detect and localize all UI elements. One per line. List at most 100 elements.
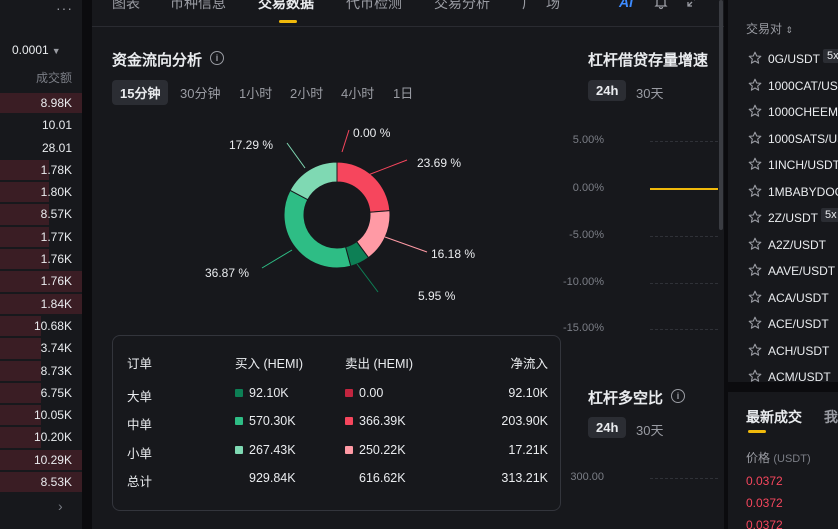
- star-icon[interactable]: [748, 316, 762, 330]
- ls-period-30d[interactable]: 30天: [628, 417, 671, 442]
- star-icon[interactable]: [748, 78, 762, 92]
- header-sell: 卖出 (HEMI): [345, 357, 414, 371]
- pair-row[interactable]: ACA/USDT: [728, 285, 838, 312]
- turnover-value: 3.74K: [40, 341, 72, 356]
- order-book-row[interactable]: 1.76K: [0, 248, 82, 270]
- leader-line-5: [286, 142, 306, 169]
- donut-label-1: 23.69 %: [417, 156, 462, 170]
- row-type: 大单: [127, 390, 153, 404]
- pairs-header[interactable]: 交易对 ⇕: [746, 20, 793, 37]
- y-tick: -10.00%: [563, 276, 604, 288]
- gridline: [650, 141, 718, 142]
- trade-price: 0.0372: [746, 474, 783, 488]
- order-book-row[interactable]: 10.68K: [0, 315, 82, 337]
- pair-row[interactable]: 2Z/USDT 5x: [728, 205, 838, 232]
- pairs-panel: 交易对 ⇕ 0G/USDT5x1000CAT/USDT1000CHEEMS/US…: [728, 0, 838, 529]
- star-icon[interactable]: [748, 263, 762, 277]
- info-icon[interactable]: i: [671, 389, 685, 403]
- pair-row[interactable]: 1MBABYDOGE/USDT: [728, 179, 838, 206]
- order-book-row[interactable]: 1.77K: [0, 226, 82, 248]
- order-book-row[interactable]: 10.29K: [0, 449, 82, 471]
- star-icon[interactable]: [748, 184, 762, 198]
- turnover-value: 8.57K: [40, 207, 72, 222]
- order-book-row[interactable]: 1.80K: [0, 181, 82, 203]
- tab-my-trades[interactable]: 我: [824, 407, 838, 427]
- margin-period-30d[interactable]: 30天: [628, 80, 671, 105]
- row-buy: 92.10K: [235, 386, 289, 400]
- pair-row[interactable]: ACH/USDT: [728, 338, 838, 365]
- turnover-value: 1.76K: [40, 252, 72, 267]
- order-book-row[interactable]: 3.74K: [0, 337, 82, 359]
- star-icon[interactable]: [748, 290, 762, 304]
- order-book-row[interactable]: 8.53K: [0, 471, 82, 493]
- turnover-value: 28.01: [41, 140, 72, 155]
- row-net: 92.10K: [508, 386, 548, 400]
- pair-row[interactable]: 1000CHEEMS/USDT: [728, 99, 838, 126]
- order-book-panel: ··· 0.0001 ▼ 成交额 8.98K 10.01 28.01 1.78K 1.80…: [0, 0, 82, 529]
- pair-row[interactable]: 0G/USDT 5x: [728, 46, 838, 73]
- gridline: [650, 329, 718, 330]
- pair-symbol: AAVE/USDT: [768, 264, 836, 278]
- table-row: 小单 267.43K 250.22K 17.21K: [113, 443, 562, 463]
- turnover-value: 6.75K: [40, 385, 72, 400]
- order-book-row[interactable]: 1.84K: [0, 293, 82, 315]
- y-tick: -15.00%: [563, 322, 604, 334]
- order-book-row[interactable]: 1.78K: [0, 159, 82, 181]
- app-root: ··· 0.0001 ▼ 成交额 8.98K 10.01 28.01 1.78K 1.80…: [0, 0, 838, 529]
- leader-line-1: [367, 159, 408, 176]
- precision-value: 0.0001: [12, 43, 49, 57]
- depth-bar: [0, 338, 41, 359]
- donut-label-5: 17.29 %: [229, 138, 274, 152]
- star-icon[interactable]: [748, 104, 762, 118]
- more-options-icon[interactable]: ···: [56, 0, 73, 16]
- order-book-row[interactable]: 10.20K: [0, 426, 82, 448]
- order-book-row[interactable]: 6.75K: [0, 382, 82, 404]
- pairs-header-label: 交易对: [746, 22, 783, 36]
- star-icon[interactable]: [748, 237, 762, 251]
- pair-symbol: ACE/USDT: [768, 317, 829, 331]
- pair-symbol: A2Z/USDT: [768, 237, 827, 252]
- turnover-value: 10.01: [41, 118, 72, 133]
- pair-row[interactable]: A2Z/USDT: [728, 232, 838, 259]
- star-icon[interactable]: [748, 157, 762, 171]
- star-icon[interactable]: [748, 131, 762, 145]
- order-book-row[interactable]: 8.98K: [0, 92, 82, 114]
- order-book-row[interactable]: 10.05K: [0, 404, 82, 426]
- tab-latest-trades[interactable]: 最新成交: [746, 407, 802, 427]
- chevron-right-icon[interactable]: ›: [58, 498, 63, 514]
- precision-select[interactable]: 0.0001 ▼: [12, 43, 61, 57]
- ls-period-24h[interactable]: 24h: [588, 417, 627, 438]
- scrollbar[interactable]: [719, 0, 723, 230]
- pair-symbol: 2Z/USDT: [768, 211, 819, 225]
- buy-color-swatch: [235, 417, 243, 425]
- sell-color-swatch: [345, 417, 353, 425]
- order-book-row[interactable]: 1.76K: [0, 270, 82, 292]
- margin-period-24h[interactable]: 24h: [588, 80, 627, 101]
- row-net: 203.90K: [501, 414, 548, 428]
- leverage-badge: 5x: [821, 208, 838, 222]
- star-icon[interactable]: [748, 369, 762, 383]
- pair-row[interactable]: ACE/USDT: [728, 311, 838, 338]
- total-sell: 616.62K: [359, 471, 406, 485]
- pair-row[interactable]: AAVE/USDT: [728, 258, 838, 285]
- y-tick: 0.00%: [572, 182, 604, 194]
- pair-row[interactable]: 1INCH/USDT: [728, 152, 838, 179]
- row-sell: 0.00: [345, 386, 383, 400]
- table-row: 大单 92.10K 0.00 92.10K: [113, 386, 562, 406]
- order-book-row[interactable]: 28.01: [0, 137, 82, 159]
- turnover-value: 8.53K: [40, 475, 72, 490]
- table-total-row: 总计 929.84K 616.62K 313.21K: [113, 471, 562, 491]
- star-icon[interactable]: [748, 51, 762, 65]
- pair-row[interactable]: 1000SATS/USDT: [728, 126, 838, 153]
- star-icon[interactable]: [748, 343, 762, 357]
- row-type: 总计: [127, 475, 153, 489]
- turnover-column-header: 成交额: [35, 71, 72, 85]
- order-book-row[interactable]: 10.01: [0, 114, 82, 136]
- turnover-value: 1.78K: [40, 162, 72, 177]
- caret-down-icon: ▼: [51, 46, 61, 56]
- pair-row[interactable]: 1000CAT/USDT: [728, 73, 838, 100]
- pair-symbol: 1INCH/USDT: [768, 158, 838, 172]
- star-icon[interactable]: [748, 210, 762, 224]
- order-book-row[interactable]: 8.57K: [0, 203, 82, 225]
- order-book-row[interactable]: 8.73K: [0, 360, 82, 382]
